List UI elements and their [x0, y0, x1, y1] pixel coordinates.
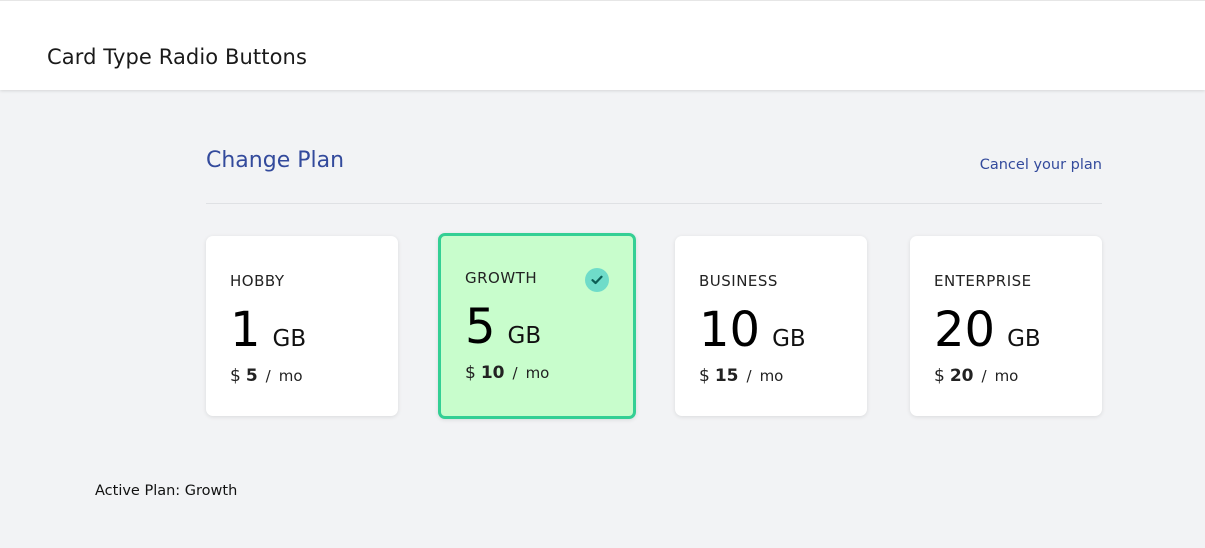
- plan-price: $ 5 / mo: [230, 366, 303, 386]
- plan-storage: 10 GB: [699, 306, 806, 354]
- price-separator: /: [265, 367, 271, 385]
- price-amount: 15: [714, 366, 739, 386]
- plan-header: Change Plan Cancel your plan: [206, 148, 1102, 204]
- storage-unit: GB: [772, 326, 806, 352]
- plan-name: GROWTH: [465, 269, 538, 287]
- plan-card-growth[interactable]: GROWTH 5 GB $ 10 / mo: [438, 233, 636, 419]
- storage-unit: GB: [507, 323, 542, 349]
- price-separator: /: [746, 367, 752, 385]
- plan-card-hobby[interactable]: HOBBY 1 GB $ 5 / mo: [206, 236, 398, 416]
- price-period: mo: [278, 367, 303, 385]
- cancel-plan-link[interactable]: Cancel your plan: [980, 157, 1102, 173]
- price-currency: $: [230, 366, 241, 386]
- active-plan-status: Active Plan: Growth: [95, 483, 238, 499]
- price-amount: 10: [480, 363, 505, 383]
- price-amount: 20: [949, 366, 974, 386]
- price-amount: 5: [245, 366, 258, 386]
- plan-storage: 1 GB: [230, 306, 306, 354]
- plan-storage: 20 GB: [934, 306, 1041, 354]
- plan-name: BUSINESS: [699, 272, 778, 290]
- price-separator: /: [512, 364, 518, 382]
- price-currency: $: [934, 366, 945, 386]
- plan-price: $ 20 / mo: [934, 366, 1018, 386]
- storage-amount: 5: [465, 299, 496, 355]
- plan-name: ENTERPRISE: [934, 272, 1032, 290]
- price-currency: $: [699, 366, 710, 386]
- plan-storage: 5 GB: [465, 303, 541, 351]
- plan-name: HOBBY: [230, 272, 285, 290]
- plan-card-enterprise[interactable]: ENTERPRISE 20 GB $ 20 / mo: [910, 236, 1102, 416]
- price-separator: /: [981, 367, 987, 385]
- page-title: Card Type Radio Buttons: [47, 45, 307, 69]
- price-period: mo: [525, 364, 550, 382]
- price-currency: $: [465, 363, 476, 383]
- price-period: mo: [759, 367, 784, 385]
- storage-amount: 1: [230, 302, 261, 358]
- plan-price: $ 10 / mo: [465, 363, 549, 383]
- top-bar: Card Type Radio Buttons: [0, 0, 1205, 90]
- storage-amount: 20: [934, 302, 996, 358]
- storage-amount: 10: [699, 302, 761, 358]
- plan-section-title: Change Plan: [206, 148, 345, 173]
- price-period: mo: [994, 367, 1019, 385]
- check-icon: [585, 268, 609, 292]
- plan-card-business[interactable]: BUSINESS 10 GB $ 15 / mo: [675, 236, 867, 416]
- storage-unit: GB: [272, 326, 307, 352]
- storage-unit: GB: [1007, 326, 1041, 352]
- plan-price: $ 15 / mo: [699, 366, 783, 386]
